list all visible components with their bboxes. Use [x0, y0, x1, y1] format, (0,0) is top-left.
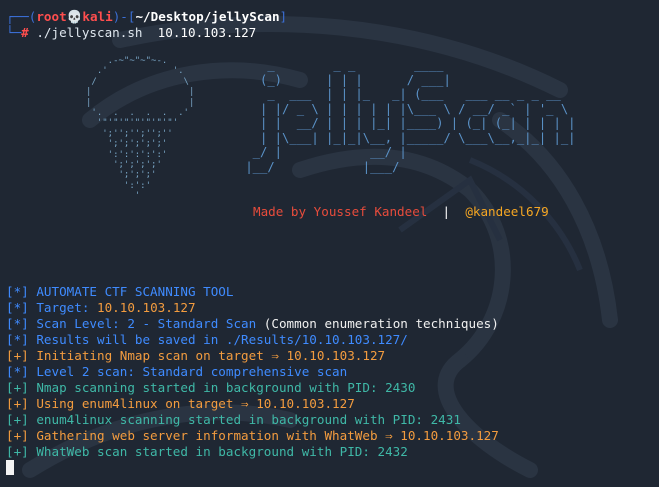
- prompt-user: root: [36, 9, 67, 24]
- output-line-target: [*] Target: 10.10.103.127: [6, 300, 196, 316]
- output-line-level2: [*] Level 2 scan: Standard comprehensive…: [6, 364, 348, 379]
- output-line-enum4linux-pid: [+] enum4linux scanning started in backg…: [6, 412, 461, 427]
- scan-level-label: [*] Scan Level: 2 - Standard Scan: [6, 316, 264, 331]
- output-line-tool-title: [*] AUTOMATE CTF SCANNING TOOL: [6, 284, 234, 299]
- prompt-hash: #: [21, 25, 29, 40]
- terminal-cursor[interactable]: [6, 460, 14, 475]
- shell-command-line: └─# ./jellyscan.sh 10.10.103.127: [6, 25, 256, 41]
- prompt-box-mid: )-[: [112, 9, 136, 24]
- prompt-path: ~/Desktop/jellyScan: [135, 9, 280, 24]
- credit-author: Made by Youssef Kandeel: [253, 204, 428, 219]
- output-line-nmap-pid: [+] Nmap scanning started in background …: [6, 380, 416, 395]
- prompt-box-bottom: └─: [6, 25, 22, 40]
- output-line-whatweb: [+] Gathering web server information wit…: [6, 428, 499, 443]
- skull-icon: 💀: [66, 9, 83, 24]
- author-credit: Made by Youssef Kandeel | @kandeel679: [253, 204, 549, 220]
- credit-handle: @kandeel679: [465, 204, 549, 219]
- credit-separator: |: [427, 204, 466, 219]
- target-value: 10.10.103.127: [97, 300, 196, 315]
- output-line-nmap-init: [+] Initiating Nmap scan on target ⇒ 10.…: [6, 348, 386, 363]
- terminal-window[interactable]: ┌──(root💀kali)-[~/Desktop/jellyScan] └─#…: [0, 0, 659, 487]
- command-text: ./jellyscan.sh: [28, 25, 143, 40]
- jellyscan-ascii-title: _ _ _ ____ (_) | | | / ___| _ ___ | | |_…: [245, 58, 576, 174]
- target-label: [*] Target:: [6, 300, 97, 315]
- prompt-box-end: ]: [279, 9, 288, 24]
- scan-level-note: (Common enumeration techniques): [263, 316, 499, 331]
- output-line-scan-level: [*] Scan Level: 2 - Standard Scan (Commo…: [6, 316, 499, 332]
- prompt-box-top: ┌──(: [6, 9, 37, 24]
- prompt-host: kali: [82, 9, 113, 24]
- output-line-whatweb-pid: [+] WhatWeb scan started in background w…: [6, 444, 408, 459]
- output-line-results-path: [*] Results will be saved in ./Results/1…: [6, 332, 408, 347]
- command-argument: 10.10.103.127: [142, 25, 257, 40]
- jellyfish-ascii-logo: .-~"~"~"~-. .' '. / \ | | | | '. . . . .…: [86, 56, 195, 202]
- shell-prompt-header: ┌──(root💀kali)-[~/Desktop/jellyScan]: [6, 9, 287, 25]
- output-line-enum4linux: [+] Using enum4linux on target ⇒ 10.10.1…: [6, 396, 355, 411]
